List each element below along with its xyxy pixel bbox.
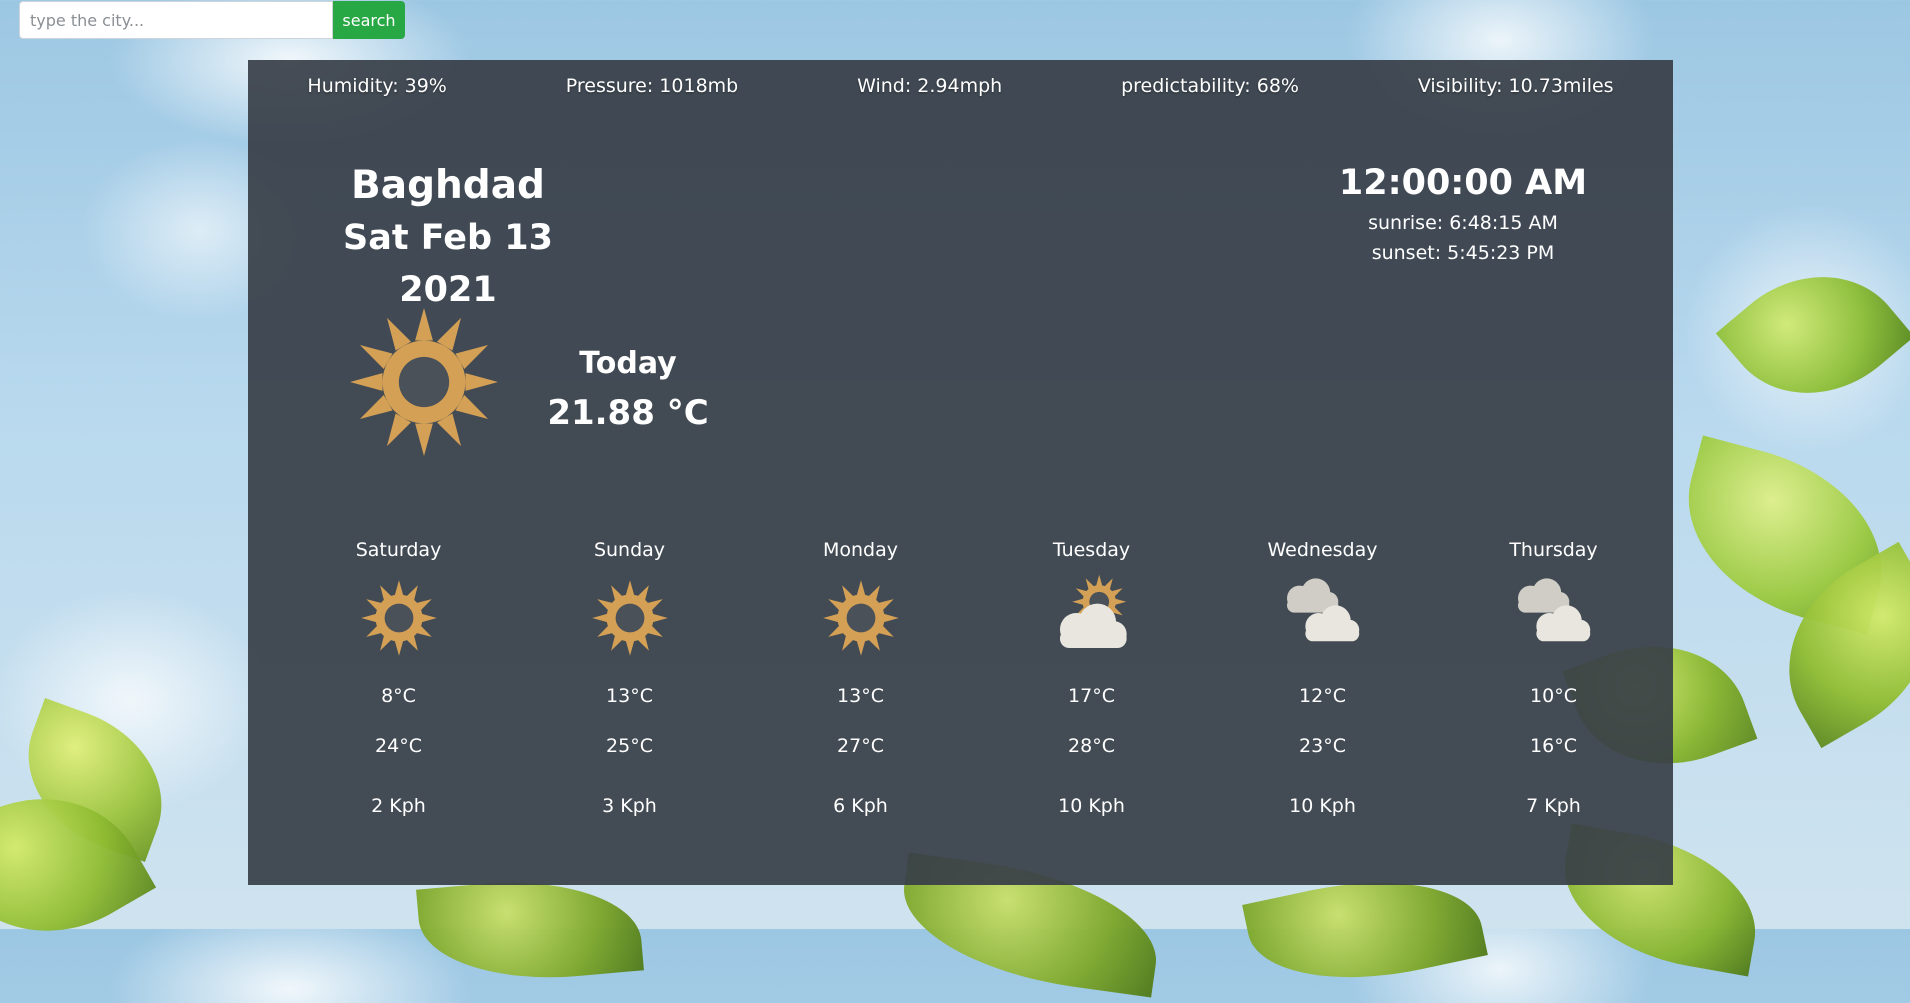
forecast-day: Thursday 10°C 16°C 7 Kph xyxy=(1438,535,1669,821)
forecast-max-temp: 16°C xyxy=(1530,735,1577,757)
forecast-min-temp: 12°C xyxy=(1299,685,1346,707)
sun-icon xyxy=(816,573,906,663)
city-search-input[interactable] xyxy=(19,1,333,39)
background-leaf xyxy=(1715,236,1910,434)
weather-panel: Humidity: 39% Pressure: 1018mb Wind: 2.9… xyxy=(248,60,1673,885)
forecast-max-temp: 28°C xyxy=(1068,735,1115,757)
forecast-max-temp: 24°C xyxy=(375,735,422,757)
today-label: Today xyxy=(579,346,677,381)
wind-stat: Wind: 2.94mph xyxy=(857,75,1003,97)
forecast-wind: 10 Kph xyxy=(1058,795,1125,817)
sunset-time: sunset: 5:45:23 PM xyxy=(1371,242,1555,264)
forecast-day-name: Tuesday xyxy=(1052,539,1131,561)
clouds-icon xyxy=(1509,573,1599,663)
current-date: Sat Feb 13 2021 xyxy=(343,218,553,310)
sun-icon xyxy=(350,308,498,456)
forecast-day-name: Saturday xyxy=(355,539,442,561)
forecast-day: Tuesday 17°C 28°C 10 Kph xyxy=(976,535,1207,821)
stats-row: Humidity: 39% Pressure: 1018mb Wind: 2.9… xyxy=(248,60,1673,112)
search-bar: search xyxy=(19,1,405,39)
forecast-min-temp: 17°C xyxy=(1068,685,1115,707)
humidity-stat: Humidity: 39% xyxy=(307,75,447,97)
forecast-max-temp: 25°C xyxy=(606,735,653,757)
pressure-stat: Pressure: 1018mb xyxy=(565,75,739,97)
search-button[interactable]: search xyxy=(333,1,405,39)
predictability-stat: predictability: 68% xyxy=(1121,75,1299,97)
forecast-day-name: Sunday xyxy=(593,539,666,561)
forecast-min-temp: 8°C xyxy=(381,685,416,707)
today-summary: Today 21.88 °C xyxy=(538,340,718,438)
sunrise-time: sunrise: 6:48:15 AM xyxy=(1368,212,1558,234)
clock: 12:00:00 AM xyxy=(1338,163,1588,203)
forecast-day: Saturday 8°C 24°C 2 Kph xyxy=(283,535,514,821)
partly-cloudy-icon xyxy=(1047,573,1137,663)
forecast-day-name: Monday xyxy=(822,539,898,561)
today-temperature: 21.88 °C xyxy=(547,393,709,433)
forecast-day: Sunday 13°C 25°C 3 Kph xyxy=(514,535,745,821)
forecast-wind: 2 Kph xyxy=(371,795,426,817)
visibility-stat: Visibility: 10.73miles xyxy=(1417,75,1614,97)
forecast-wind: 7 Kph xyxy=(1526,795,1581,817)
forecast-max-temp: 23°C xyxy=(1299,735,1346,757)
forecast-day-name: Wednesday xyxy=(1267,539,1378,561)
forecast-wind: 6 Kph xyxy=(833,795,888,817)
forecast-day: Wednesday 12°C 23°C 10 Kph xyxy=(1207,535,1438,821)
forecast-min-temp: 13°C xyxy=(837,685,884,707)
forecast-row: Saturday 8°C 24°C 2 Kph Sunday 13°C 25°C… xyxy=(283,535,1670,821)
sun-icon xyxy=(354,573,444,663)
sun-icon xyxy=(585,573,675,663)
location-block: Baghdad Sat Feb 13 2021 xyxy=(298,160,598,316)
forecast-wind: 3 Kph xyxy=(602,795,657,817)
forecast-day: Monday 13°C 27°C 6 Kph xyxy=(745,535,976,821)
forecast-day-name: Thursday xyxy=(1509,539,1598,561)
forecast-min-temp: 10°C xyxy=(1530,685,1577,707)
forecast-min-temp: 13°C xyxy=(606,685,653,707)
time-block: 12:00:00 AM sunrise: 6:48:15 AM sunset: … xyxy=(1323,158,1603,268)
clouds-icon xyxy=(1278,573,1368,663)
city-name: Baghdad xyxy=(351,163,545,208)
forecast-max-temp: 27°C xyxy=(837,735,884,757)
background-leaf xyxy=(416,870,644,990)
forecast-wind: 10 Kph xyxy=(1289,795,1356,817)
